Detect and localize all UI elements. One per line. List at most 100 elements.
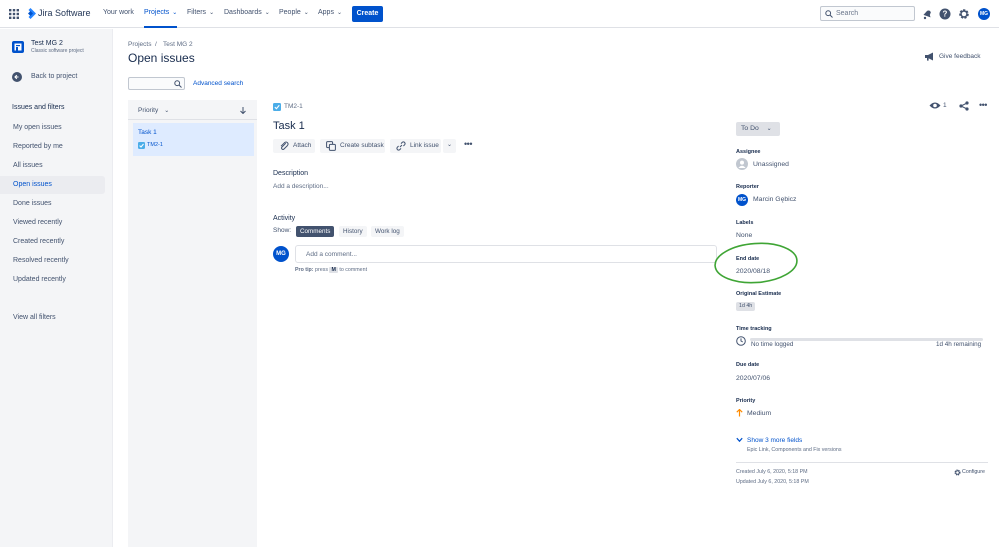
show-more-fields-link[interactable]: Show 3 more fields [747, 437, 802, 444]
project-name[interactable]: Test MG 2 [31, 40, 63, 47]
issue-list-panel: Priority ⌄ Task 1 TM2-1 [128, 100, 257, 547]
sidebar-item-my-open-issues[interactable]: My open issues [0, 119, 105, 137]
nav-your-work[interactable]: Your work [103, 9, 134, 16]
attach-button[interactable]: Attach [273, 139, 315, 153]
nav-filters[interactable]: Filters ⌄ [187, 9, 214, 16]
search-placeholder: Search [836, 10, 859, 17]
jira-logo-icon[interactable] [25, 8, 36, 19]
issue-search-input[interactable] [128, 77, 185, 90]
nav-label: Your work [103, 9, 134, 16]
comment-input[interactable]: Add a comment... [295, 245, 717, 263]
subtask-icon [326, 141, 336, 151]
attach-label: Attach [293, 142, 312, 149]
paperclip-icon [280, 141, 289, 150]
search-icon [174, 80, 182, 88]
configure-link[interactable]: Configure [962, 469, 985, 475]
updated-timestamp: Updated July 6, 2020, 5:18 PM [736, 479, 809, 485]
create-subtask-button[interactable]: Create subtask [320, 139, 385, 153]
sidebar-item-resolved-recently[interactable]: Resolved recently [0, 252, 105, 270]
create-subtask-label: Create subtask [340, 142, 384, 149]
issue-key-breadcrumb[interactable]: TM2-1 [284, 103, 303, 110]
create-button[interactable]: Create [352, 6, 383, 22]
nav-apps[interactable]: Apps ⌄ [318, 9, 342, 16]
pro-tip-rest: to comment [339, 267, 368, 273]
breadcrumb-projects[interactable]: Projects [128, 41, 151, 48]
section-title: Issues and filters [12, 104, 65, 111]
sidebar-item-updated-recently[interactable]: Updated recently [0, 271, 105, 289]
configure-gear-icon[interactable] [954, 469, 961, 476]
chevron-down-icon: ⌄ [164, 108, 170, 114]
back-to-project-link[interactable]: Back to project [31, 73, 77, 80]
app-switcher-icon[interactable] [9, 9, 19, 19]
sidebar-item-reported-by-me[interactable]: Reported by me [0, 138, 105, 156]
due-date-value[interactable]: 2020/07/06 [736, 375, 770, 382]
issue-list-item[interactable]: Task 1 TM2-1 [133, 123, 254, 156]
comment-placeholder: Add a comment... [306, 251, 357, 258]
issue-list-item-title: Task 1 [138, 129, 157, 136]
sort-field-label: Priority [138, 107, 159, 114]
sidebar: Test MG 2 Classic software project Back … [0, 29, 113, 547]
advanced-search-link[interactable]: Advanced search [193, 80, 243, 87]
issue-more-icon[interactable]: ••• [979, 100, 987, 110]
nav-people[interactable]: People ⌄ [279, 9, 309, 16]
more-actions-icon[interactable]: ••• [461, 139, 475, 153]
user-avatar[interactable]: MG [978, 8, 990, 20]
sidebar-item-created-recently[interactable]: Created recently [0, 233, 105, 251]
sidebar-item-done-issues[interactable]: Done issues [0, 195, 105, 213]
back-arrow-icon[interactable] [12, 72, 22, 82]
original-estimate-value[interactable]: 1d 4h [736, 302, 756, 311]
labels-value[interactable]: None [736, 232, 752, 239]
nav-label: Filters [187, 9, 207, 16]
sort-field-dropdown[interactable]: Priority ⌄ [138, 107, 169, 114]
original-estimate-label: Original Estimate [736, 291, 782, 297]
tab-work-log[interactable]: Work log [371, 226, 404, 237]
description-field[interactable]: Add a description... [273, 183, 329, 190]
reporter-avatar: MG [736, 194, 748, 206]
settings-gear-icon[interactable] [958, 8, 970, 20]
nav-projects[interactable]: Projects ⌄ [144, 9, 178, 28]
pro-tip-bold: Pro tip: [295, 267, 314, 273]
brand-name[interactable]: Jira Software [38, 8, 91, 18]
pro-tip: Pro tip: press M to comment [295, 267, 367, 273]
sidebar-item-viewed-recently[interactable]: Viewed recently [0, 214, 105, 232]
time-remaining-value: 1d 4h remaining [936, 341, 982, 348]
details-divider [736, 462, 988, 463]
breadcrumb-separator: / [155, 41, 157, 48]
clock-icon [736, 336, 746, 346]
chevron-down-icon: ⌄ [766, 126, 772, 132]
help-icon[interactable]: ? [939, 8, 951, 20]
sidebar-item-view-all-filters[interactable]: View all filters [0, 309, 105, 327]
issue-list-header: Priority ⌄ [128, 100, 257, 120]
issue-title[interactable]: Task 1 [273, 120, 305, 132]
project-avatar-icon[interactable] [12, 41, 24, 53]
watch-eye-icon[interactable] [929, 101, 941, 110]
search-input[interactable]: Search [820, 6, 915, 21]
status-dropdown[interactable]: To Do ⌄ [736, 122, 780, 136]
highlight-circle-annotation [714, 242, 798, 284]
give-feedback-link[interactable]: Give feedback [939, 53, 981, 60]
reporter-value[interactable]: Marcin Gębicz [753, 196, 796, 203]
notifications-icon[interactable] [921, 8, 933, 20]
show-label: Show: [273, 227, 292, 234]
tab-history[interactable]: History [339, 226, 367, 237]
priority-value[interactable]: Medium [747, 410, 771, 417]
share-icon[interactable] [959, 101, 969, 111]
link-issue-label: Link issue [410, 142, 439, 149]
commenter-avatar: MG [273, 246, 289, 262]
assignee-value[interactable]: Unassigned [753, 161, 789, 168]
unassigned-avatar-icon [736, 158, 748, 170]
svg-text:?: ? [943, 10, 948, 19]
link-issue-button[interactable]: Link issue [390, 139, 441, 153]
sidebar-item-open-issues[interactable]: Open issues [0, 176, 105, 194]
link-issue-dropdown-button[interactable]: ⌄ [443, 139, 456, 153]
task-type-icon[interactable] [273, 103, 281, 111]
sidebar-item-all-issues[interactable]: All issues [0, 157, 105, 175]
megaphone-icon[interactable] [924, 52, 935, 61]
labels-label: Labels [736, 220, 754, 226]
pro-tip-press: press [315, 267, 328, 273]
nav-dashboards[interactable]: Dashboards ⌄ [224, 9, 270, 16]
tab-comments[interactable]: Comments [296, 226, 335, 237]
sort-direction-arrow-icon[interactable] [240, 107, 246, 114]
breadcrumb-project[interactable]: Test MG 2 [163, 41, 193, 48]
chevron-down-icon [736, 437, 743, 443]
